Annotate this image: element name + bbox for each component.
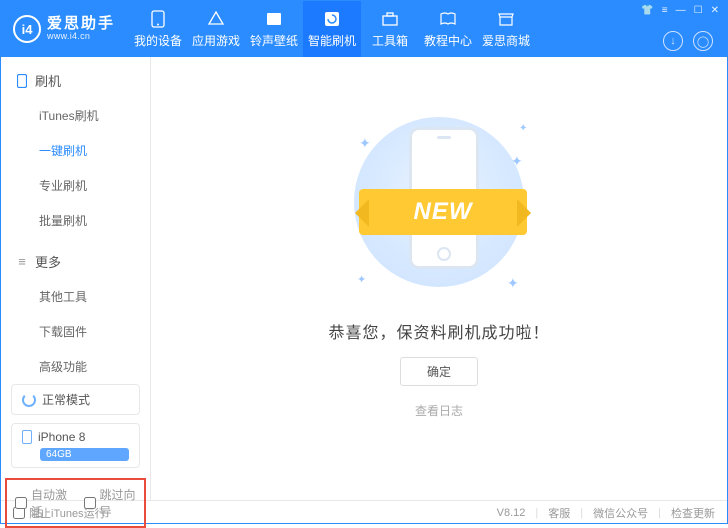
sidebar-item-other-tools[interactable]: 其他工具	[1, 279, 150, 314]
header-round-buttons: ↓ ◯	[663, 31, 713, 51]
sparkle-icon: ✦	[519, 123, 527, 134]
toolbox-icon	[381, 10, 399, 28]
mode-icon	[22, 393, 36, 407]
nav-smart-flash[interactable]: 智能刷机	[303, 1, 361, 57]
section-title-label: 更多	[35, 252, 61, 271]
book-icon	[439, 10, 457, 28]
checkbox-skip-guide[interactable]: 跳过向导	[84, 486, 137, 520]
success-illustration: ✦ ✦ ✦ ✦ ✦ NEW	[339, 105, 539, 295]
nav-my-device[interactable]: 我的设备	[129, 1, 187, 57]
nav-ringtones-wallpapers[interactable]: 铃声壁纸	[245, 1, 303, 57]
sidebar-item-oneclick-flash[interactable]: 一键刷机	[1, 133, 150, 168]
device-icon	[15, 74, 29, 88]
nav-label: 应用游戏	[192, 32, 240, 49]
nav-tutorials[interactable]: 教程中心	[419, 1, 477, 57]
logo-icon: i4	[13, 15, 41, 43]
store-icon	[497, 10, 515, 28]
checkbox-input[interactable]	[84, 497, 96, 509]
close-icon[interactable]: ✕	[711, 5, 719, 16]
nav-label: 工具箱	[372, 32, 408, 49]
phone-small-icon	[22, 430, 32, 444]
app-logo: i4 爱思助手 www.i4.cn	[1, 1, 129, 57]
sparkle-icon: ✦	[511, 153, 523, 170]
checkbox-auto-activate[interactable]: 自动激活	[15, 486, 68, 520]
divider: |	[580, 507, 583, 519]
maximize-icon[interactable]: ☐	[694, 5, 703, 16]
app-subtitle: www.i4.cn	[47, 32, 115, 42]
logo-text: 爱思助手 www.i4.cn	[47, 16, 115, 42]
divider: |	[658, 507, 661, 519]
nav-label: 我的设备	[134, 32, 182, 49]
version-label: V8.12	[497, 507, 526, 519]
app-title: 爱思助手	[47, 16, 115, 33]
user-button[interactable]: ◯	[693, 31, 713, 51]
window-controls: 👕 ≡ — ☐ ✕	[641, 5, 719, 16]
sparkle-icon: ✦	[507, 275, 519, 292]
sidebar-section-more: ≡ 更多	[1, 238, 150, 279]
nav-label: 铃声壁纸	[250, 32, 298, 49]
device-mode-box[interactable]: 正常模式	[11, 384, 140, 415]
sidebar-item-pro-flash[interactable]: 专业刷机	[1, 168, 150, 203]
menu-icon[interactable]: ≡	[662, 5, 668, 16]
device-name: iPhone 8	[38, 430, 85, 444]
mode-label: 正常模式	[42, 391, 90, 408]
sparkle-icon: ✦	[357, 273, 366, 286]
minimize-icon[interactable]: —	[676, 5, 686, 16]
success-message: 恭喜您，保资料刷机成功啦！	[328, 319, 549, 343]
confirm-button[interactable]: 确定	[400, 357, 478, 386]
checkbox-label: 自动激活	[31, 486, 68, 520]
top-nav: 我的设备 应用游戏 铃声壁纸 智能刷机 工具箱 教程中心 爱思商城	[129, 1, 535, 57]
download-button[interactable]: ↓	[663, 31, 683, 51]
phone-icon	[149, 10, 167, 28]
sidebar-item-batch-flash[interactable]: 批量刷机	[1, 203, 150, 238]
nav-label: 教程中心	[424, 32, 472, 49]
app-header: i4 爱思助手 www.i4.cn 我的设备 应用游戏 铃声壁纸 智能刷机 工具…	[1, 1, 727, 57]
checkbox-input[interactable]	[15, 497, 27, 509]
nav-label: 爱思商城	[482, 32, 530, 49]
checkbox-label: 跳过向导	[100, 486, 137, 520]
nav-label: 智能刷机	[308, 32, 356, 49]
section-title-label: 刷机	[35, 71, 61, 90]
sidebar-section-flash: 刷机	[1, 57, 150, 98]
sidebar-item-itunes-flash[interactable]: iTunes刷机	[1, 98, 150, 133]
image-icon	[265, 10, 283, 28]
sidebar: 刷机 iTunes刷机 一键刷机 专业刷机 批量刷机 ≡ 更多 其他工具 下载固…	[1, 57, 151, 500]
options-highlight-box: 自动激活 跳过向导	[5, 478, 146, 528]
nav-toolbox[interactable]: 工具箱	[361, 1, 419, 57]
apps-icon	[207, 10, 225, 28]
storage-badge: 64GB	[40, 448, 129, 461]
more-icon: ≡	[15, 255, 29, 269]
new-ribbon: NEW	[359, 189, 527, 235]
sidebar-item-advanced[interactable]: 高级功能	[1, 349, 150, 384]
view-log-link[interactable]: 查看日志	[415, 402, 463, 419]
nav-store[interactable]: 爱思商城	[477, 1, 535, 57]
nav-apps-games[interactable]: 应用游戏	[187, 1, 245, 57]
device-info-box[interactable]: iPhone 8 64GB	[11, 423, 140, 468]
sparkle-icon: ✦	[359, 135, 371, 152]
tshirt-icon[interactable]: 👕	[641, 5, 653, 16]
footer-right: V8.12 | 客服 | 微信公众号 | 检查更新	[497, 505, 715, 521]
main-content: ✦ ✦ ✦ ✦ ✦ NEW 恭喜您，保资料刷机成功啦！ 确定 查看日志	[151, 57, 727, 500]
support-link[interactable]: 客服	[548, 505, 570, 521]
check-update-link[interactable]: 检查更新	[671, 505, 715, 521]
flash-icon	[323, 10, 341, 28]
sidebar-item-download-firmware[interactable]: 下载固件	[1, 314, 150, 349]
wechat-link[interactable]: 微信公众号	[593, 505, 648, 521]
divider: |	[535, 507, 538, 519]
